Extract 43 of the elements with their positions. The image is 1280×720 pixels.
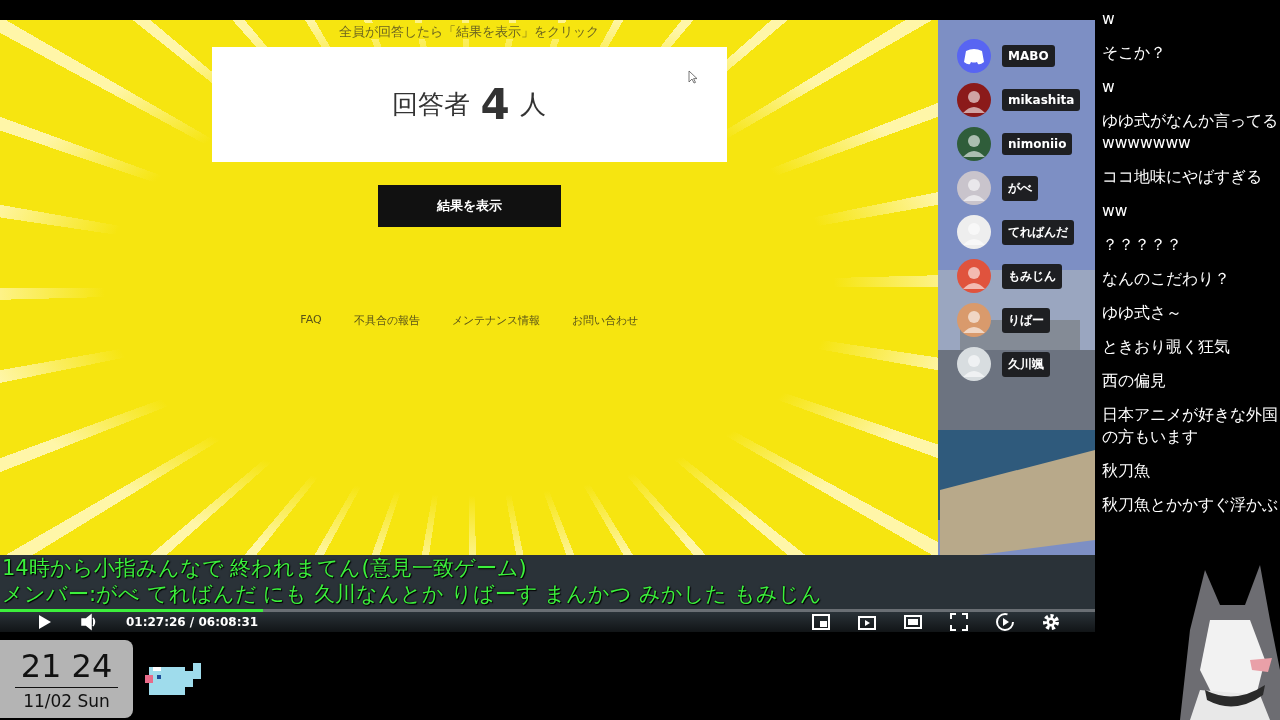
subtitle-line: 14時から小指みんなで 終われまてん(意見一致ゲーム) xyxy=(2,556,527,580)
member-name: てればんだ xyxy=(1002,219,1074,245)
instruction-text: 全員が回答したら「結果を表示」をクリック xyxy=(339,23,599,39)
chat-message: w xyxy=(1102,9,1116,30)
chat-message: そこか？ xyxy=(1102,43,1167,64)
cursor-icon xyxy=(688,70,698,84)
playback-time: 01:27:26 / 06:08:31 xyxy=(126,615,259,629)
member-name: mikashita xyxy=(1002,89,1081,111)
clock-time: 21 24 xyxy=(14,647,119,688)
respondent-label: 回答者 xyxy=(392,88,471,121)
miniplayer-icon[interactable] xyxy=(811,612,831,632)
chat-message: ゆゆ式がなんか言ってるwwwwwww xyxy=(1102,111,1278,154)
autoplay-icon[interactable] xyxy=(995,612,1015,632)
chat-message: 秋刀魚 xyxy=(1102,461,1151,482)
subtitle-line: メンバー:がべ てればんだ にも 久川なんとか りばーす まんかつ みかした もみじん xyxy=(2,582,822,606)
member-name: がべ xyxy=(1002,175,1038,201)
settings-icon[interactable] xyxy=(1041,612,1061,632)
member-name: 久川颯 xyxy=(1002,351,1050,377)
theater-icon[interactable] xyxy=(903,612,923,632)
chat-message: なんのこだわり？ xyxy=(1102,269,1231,290)
chat-message: 日本アニメが好きな外国の方もいます xyxy=(1102,405,1278,448)
chat-message: w xyxy=(1102,77,1116,98)
chat-message: ココ地味にやばすぎる xyxy=(1102,167,1263,188)
member-name: MABO xyxy=(1002,45,1055,67)
respondent-unit: 人 xyxy=(519,88,546,121)
clock-date: 11/02 Sun xyxy=(23,691,110,711)
chat-message: 秋刀魚とかかすぐ浮かぶ xyxy=(1102,495,1278,516)
footer-link[interactable]: メンテナンス情報 xyxy=(451,313,540,328)
chat-message: ？？？？？ xyxy=(1102,235,1183,256)
chat-message: ときおり覗く狂気 xyxy=(1102,337,1231,358)
footer-link[interactable]: FAQ xyxy=(300,313,322,328)
fullscreen-icon[interactable] xyxy=(949,612,969,632)
respondent-count: 4 xyxy=(480,80,510,129)
chat-message: ゆゆ式さ～ xyxy=(1102,303,1183,324)
chat-message: ww xyxy=(1102,201,1129,222)
progress-track[interactable] xyxy=(0,609,1095,612)
footer-link[interactable]: 不具合の報告 xyxy=(353,313,420,328)
member-name: もみじん xyxy=(1002,263,1062,289)
show-result-button[interactable]: 結果を表示 xyxy=(377,185,561,227)
member-name: りばー xyxy=(1002,307,1050,333)
member-name: nimoniio xyxy=(1002,133,1073,155)
chat-message: 西の偏見 xyxy=(1102,371,1167,392)
footer-link[interactable]: お問い合わせ xyxy=(571,313,638,328)
